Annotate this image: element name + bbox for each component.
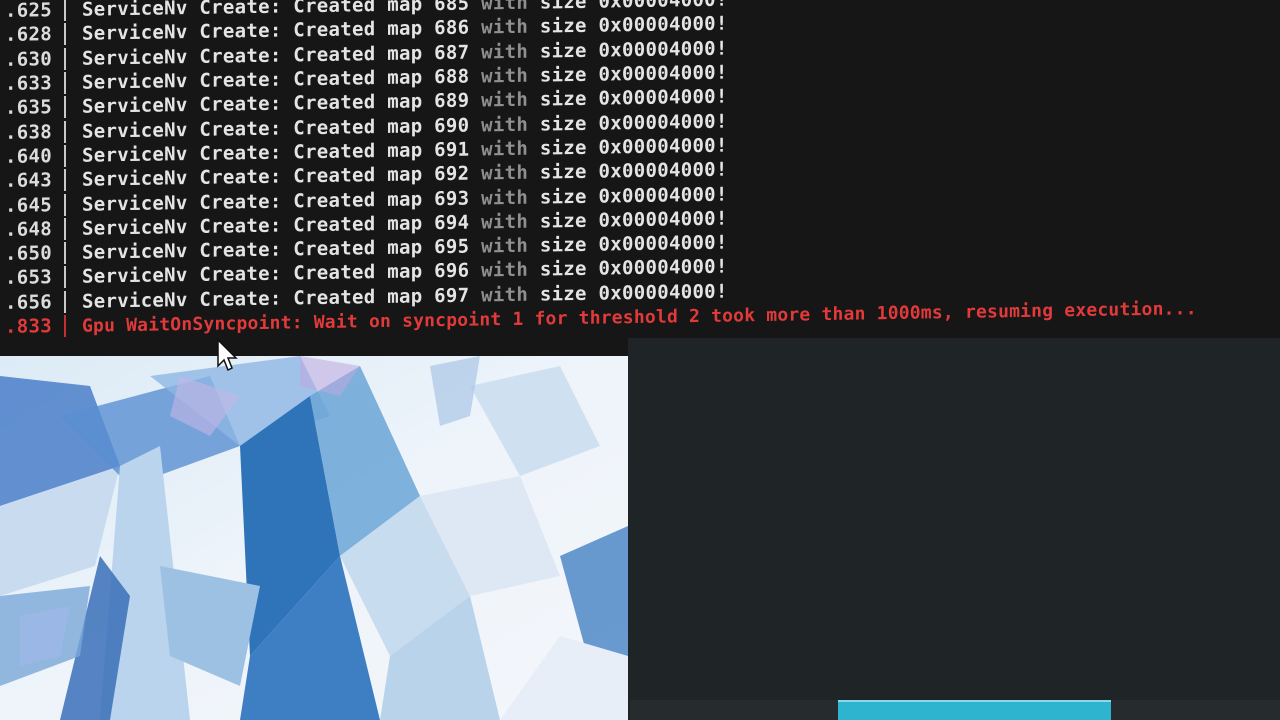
crystal-artwork (0, 356, 628, 720)
log-timestamp: .630 (5, 47, 52, 71)
log-console[interactable]: .625 ServiceNv Create: Created map 685 wi… (0, 0, 1280, 356)
log-message-suffix: size 0x00004000! (528, 85, 728, 112)
side-panel (628, 338, 1280, 720)
log-separator (64, 169, 66, 192)
log-message-with: with (481, 234, 529, 258)
log-message-suffix: size 0x00004000! (528, 134, 728, 160)
log-timestamp: .645 (5, 193, 52, 217)
log-timestamp: .635 (5, 96, 52, 120)
log-message-suffix: size 0x00004000! (528, 207, 728, 233)
log-message-with: with (481, 16, 529, 39)
log-timestamp: .640 (5, 145, 52, 168)
log-separator (64, 266, 66, 289)
log-separator (64, 0, 66, 22)
log-separator (64, 71, 66, 95)
log-message-with: with (481, 113, 529, 137)
log-separator (64, 47, 66, 70)
log-message-suffix: size 0x00004000! (528, 13, 728, 39)
log-timestamp: .656 (5, 290, 52, 314)
log-timestamp: .650 (5, 242, 52, 266)
log-timestamp: .643 (5, 169, 52, 193)
log-timestamp: .633 (5, 72, 52, 95)
progress-fill (838, 700, 1111, 720)
log-message-with: with (481, 161, 529, 185)
emulator-screen: .625 ServiceNv Create: Created map 685 wi… (0, 0, 1280, 720)
mouse-pointer-icon (217, 338, 238, 372)
log-timestamp: .833 (5, 315, 52, 338)
log-separator (64, 242, 66, 265)
log-separator (64, 217, 66, 240)
log-message-with: with (481, 40, 529, 64)
log-timestamp: .638 (5, 120, 52, 144)
log-message-suffix: size 0x00004000! (528, 158, 728, 184)
log-lines: .625 ServiceNv Create: Created map 685 wi… (0, 0, 1280, 339)
log-separator (64, 314, 66, 337)
log-timestamp: .653 (5, 266, 52, 290)
log-message-suffix: size 0x00004000! (528, 231, 728, 257)
log-message-suffix: size 0x00004000! (528, 37, 728, 63)
log-message-with: with (481, 89, 529, 112)
log-timestamp: .625 (5, 0, 52, 23)
log-message-with: with (481, 210, 529, 234)
log-separator (64, 120, 66, 143)
log-message-suffix: size 0x00004000! (528, 61, 728, 87)
log-message-with: with (481, 64, 529, 88)
log-message-suffix: size 0x00004000! (528, 110, 728, 136)
log-message-with: with (481, 0, 529, 15)
log-message-with: with (481, 283, 529, 307)
log-message-with: with (481, 259, 529, 282)
log-message-with: with (481, 186, 529, 209)
log-message-suffix: size 0x00004000! (528, 183, 728, 209)
log-message-with: with (481, 137, 529, 161)
log-separator (64, 23, 66, 46)
log-separator (64, 144, 66, 167)
log-timestamp: .628 (5, 23, 52, 47)
log-separator (64, 193, 66, 216)
log-timestamp: .648 (5, 217, 52, 241)
log-separator (64, 96, 66, 119)
game-render-view[interactable] (0, 356, 628, 720)
log-message-suffix: size 0x00004000! (528, 255, 728, 282)
log-separator (64, 290, 66, 313)
log-message-suffix: size 0x00004000! (528, 280, 728, 306)
